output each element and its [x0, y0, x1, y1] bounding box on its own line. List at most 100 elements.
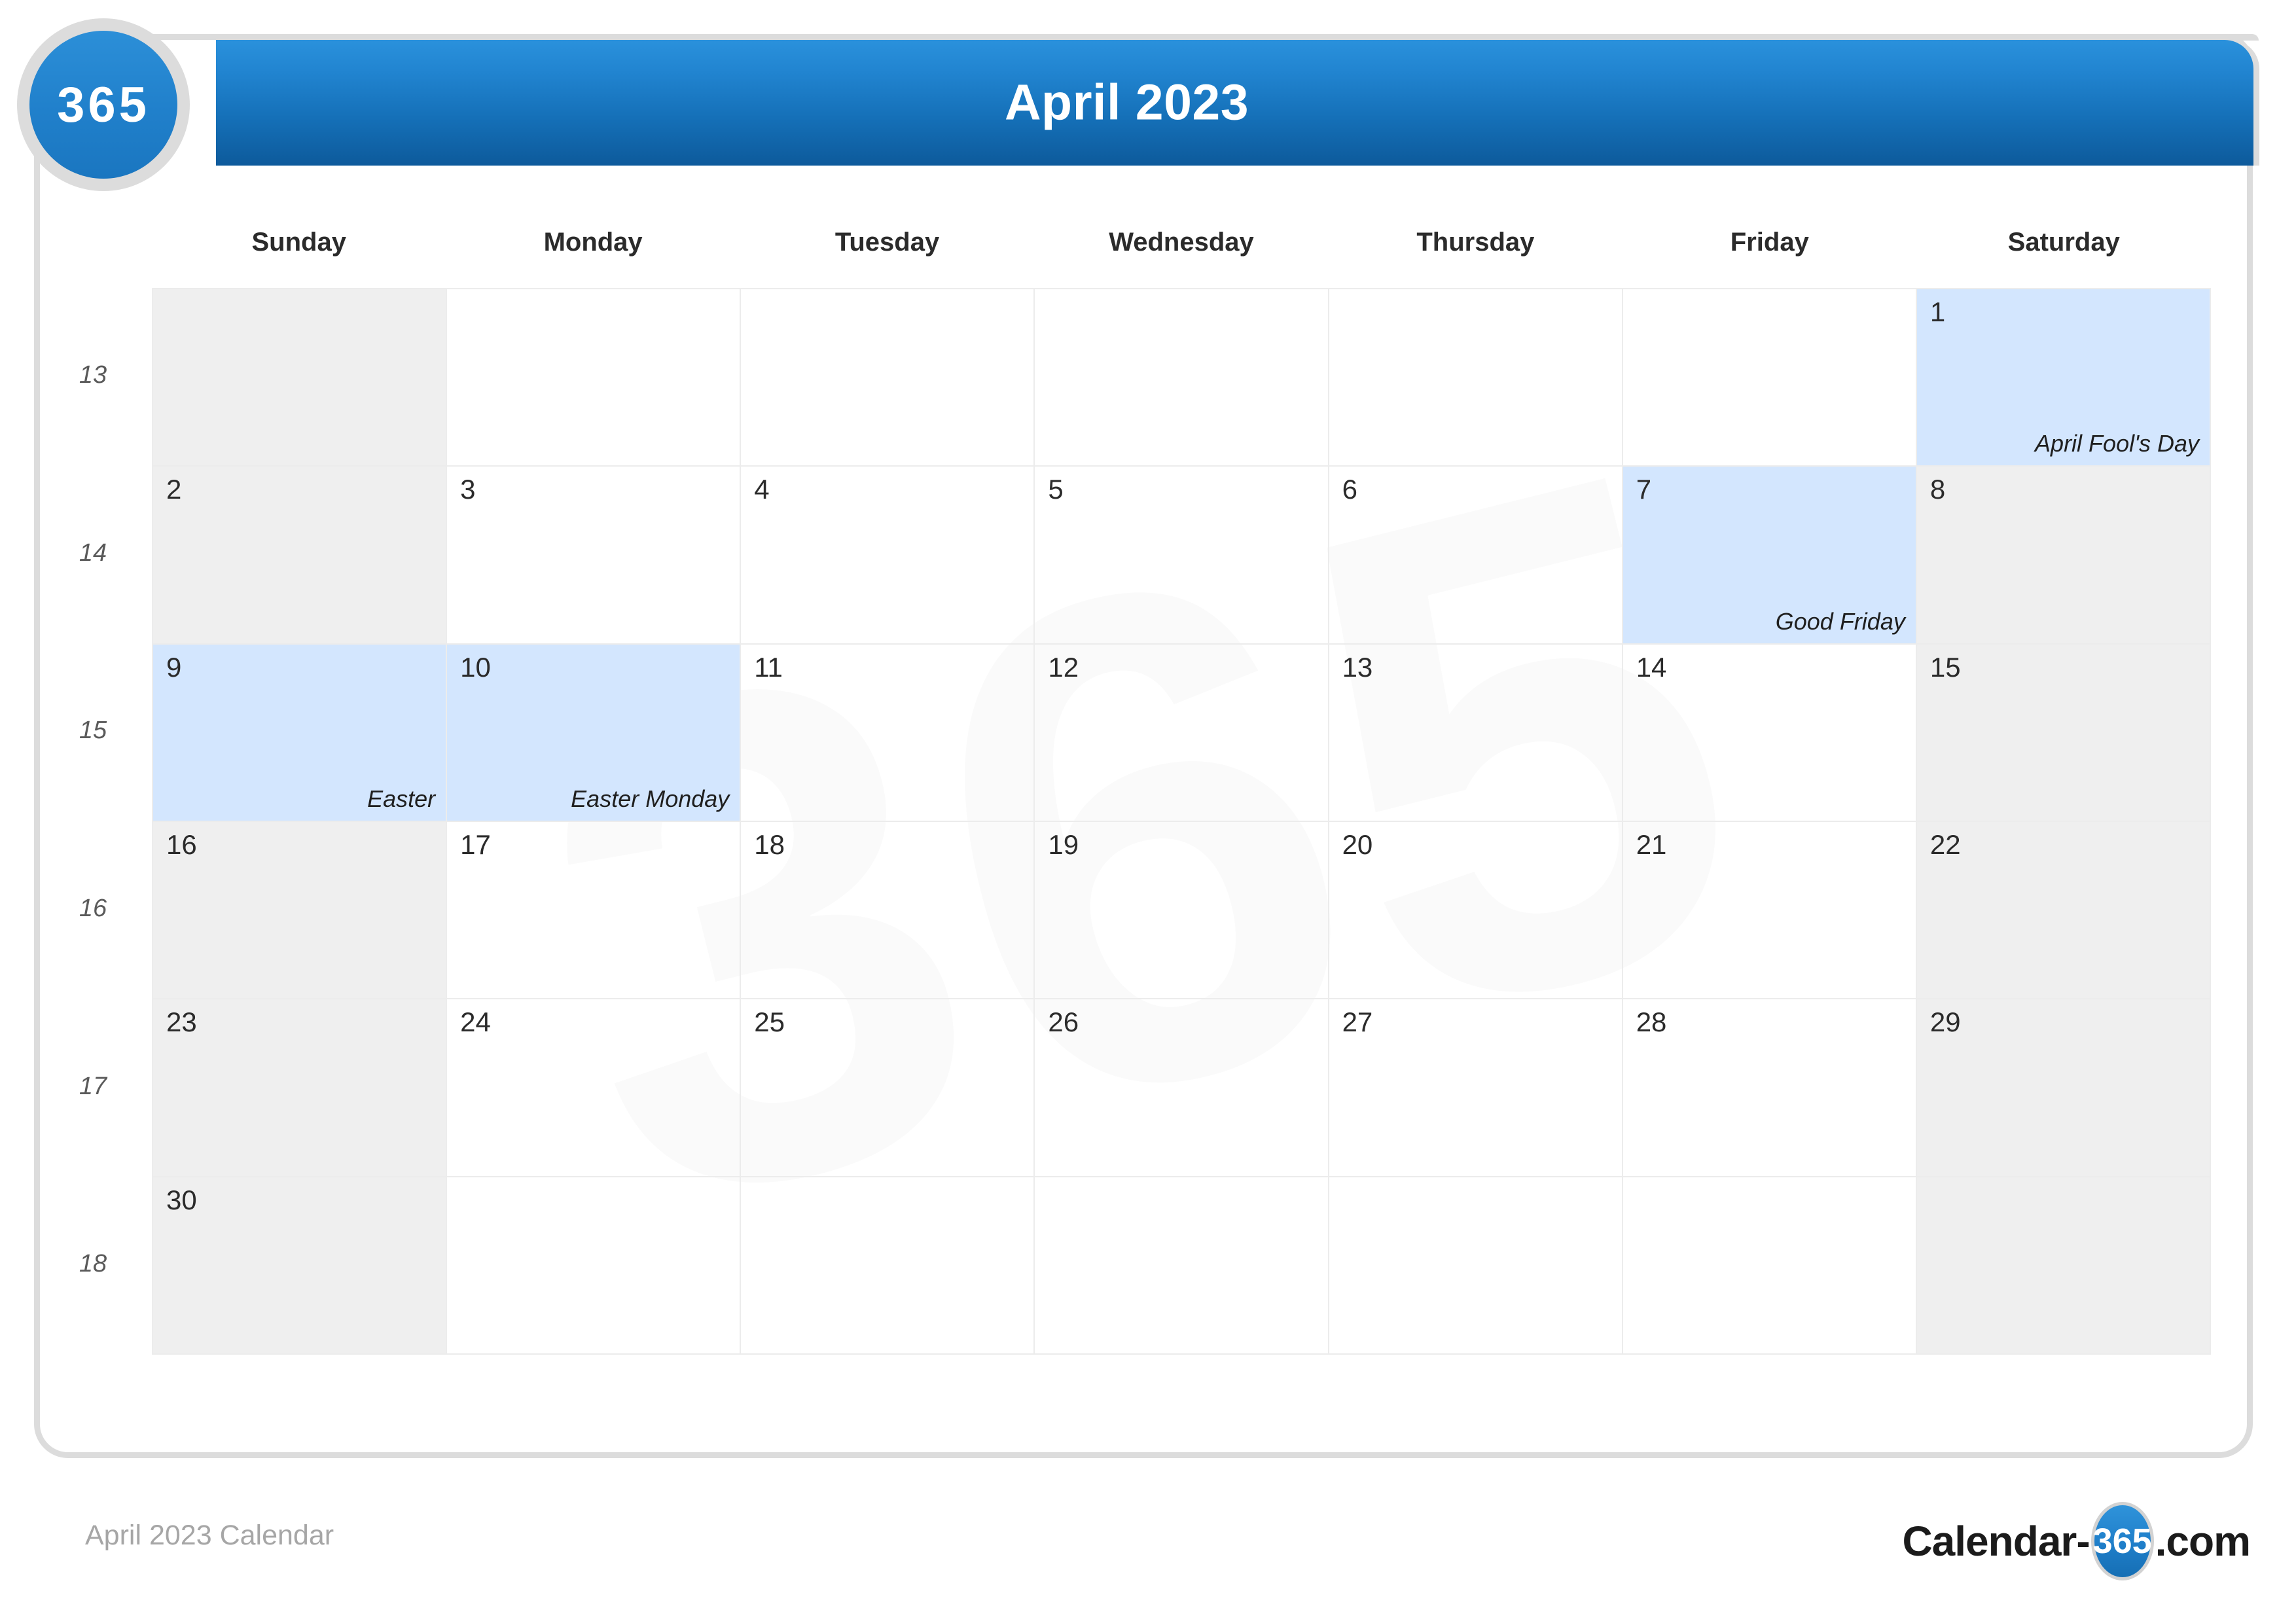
day-cell[interactable]: 9 Easter	[153, 644, 448, 822]
day-cell[interactable]: 18	[741, 822, 1035, 1000]
day-number: 5	[1048, 474, 1064, 505]
day-cell[interactable]: 2	[153, 467, 448, 645]
day-cell[interactable]: 17	[447, 822, 742, 1000]
day-cell[interactable]: 15	[1916, 644, 2211, 822]
day-number: 26	[1048, 1007, 1079, 1038]
holiday-label: Good Friday	[1775, 607, 1905, 635]
logo-suffix: .com	[2155, 1518, 2251, 1565]
day-cell[interactable]: 30	[153, 1177, 448, 1355]
day-number: 17	[460, 829, 491, 860]
day-header-saturday: Saturday	[2007, 228, 2120, 257]
empty-cell	[1916, 1177, 2211, 1355]
day-cell[interactable]: 21	[1623, 822, 1917, 1000]
day-header-tuesday: Tuesday	[834, 228, 940, 257]
calendar-grid: 1 April Fool's Day 2 3 4 5 6 7 Good Friday 8 9 East…	[152, 288, 2211, 1355]
day-cell[interactable]: 4	[741, 467, 1035, 645]
empty-cell	[1623, 289, 1917, 467]
day-cell[interactable]: 28	[1623, 999, 1917, 1177]
day-cell[interactable]: 20	[1329, 822, 1623, 1000]
week-number: 17	[79, 1072, 107, 1100]
day-cell[interactable]: 1 April Fool's Day	[1916, 289, 2211, 467]
day-number: 13	[1342, 651, 1373, 683]
day-number: 2	[166, 474, 182, 505]
week-number: 16	[79, 894, 107, 922]
day-cell[interactable]: 8	[1916, 467, 2211, 645]
holiday-label: Easter Monday	[571, 785, 730, 812]
empty-cell	[1329, 1177, 1623, 1355]
holiday-label: Easter	[367, 785, 436, 812]
day-cell[interactable]: 11	[741, 644, 1035, 822]
day-cell[interactable]: 22	[1916, 822, 2211, 1000]
day-header-sunday: Sunday	[251, 228, 346, 257]
day-cell[interactable]: 14	[1623, 644, 1917, 822]
day-number: 1	[1929, 296, 1946, 327]
logo-prefix: Calendar-	[1902, 1518, 2090, 1565]
day-cell[interactable]: 12	[1035, 644, 1329, 822]
day-cell[interactable]: 23	[153, 999, 448, 1177]
week-number: 15	[79, 717, 107, 745]
day-number: 22	[1929, 829, 1961, 860]
day-cell[interactable]: 3	[447, 467, 742, 645]
day-number: 18	[754, 829, 785, 860]
empty-cell	[741, 289, 1035, 467]
day-number: 7	[1636, 474, 1652, 505]
day-number: 29	[1929, 1007, 1961, 1038]
day-cell[interactable]: 24	[447, 999, 742, 1177]
week-number: 18	[79, 1250, 107, 1278]
brand-badge-label: 365	[57, 77, 150, 133]
day-header-monday: Monday	[543, 228, 643, 257]
day-number: 24	[460, 1007, 491, 1038]
day-cell[interactable]: 16	[153, 822, 448, 1000]
day-number: 21	[1636, 829, 1667, 860]
day-cell[interactable]: 6	[1329, 467, 1623, 645]
day-cell[interactable]: 7 Good Friday	[1623, 467, 1917, 645]
day-number: 4	[754, 474, 770, 505]
day-number: 23	[166, 1007, 197, 1038]
empty-cell	[1623, 1177, 1917, 1355]
empty-cell	[447, 289, 742, 467]
day-cell[interactable]: 5	[1035, 467, 1329, 645]
footer-caption: April 2023 Calendar	[85, 1520, 334, 1551]
day-cell[interactable]: 19	[1035, 822, 1329, 1000]
day-number: 25	[754, 1007, 785, 1038]
empty-cell	[447, 1177, 742, 1355]
page-title: April 2023	[1004, 74, 1249, 131]
day-number: 28	[1636, 1007, 1667, 1038]
empty-cell	[741, 1177, 1035, 1355]
day-cell[interactable]: 27	[1329, 999, 1623, 1177]
logo-badge-icon: 365	[2090, 1502, 2154, 1580]
day-number: 11	[754, 651, 783, 683]
calendar-page: April 2023 365 365 Sunday Monday Tuesday We…	[0, 0, 2296, 1623]
day-number: 12	[1048, 651, 1079, 683]
week-number: 14	[79, 539, 107, 567]
day-header-wednesday: Wednesday	[1109, 228, 1254, 257]
day-number: 30	[166, 1184, 197, 1215]
day-cell[interactable]: 13	[1329, 644, 1623, 822]
day-name-header-row: Sunday Monday Tuesday Wednesday Thursday Frid…	[152, 228, 2211, 288]
day-number: 10	[460, 651, 491, 683]
day-cell[interactable]: 29	[1916, 999, 2211, 1177]
day-number: 16	[166, 829, 197, 860]
day-number: 6	[1342, 474, 1357, 505]
day-number: 14	[1636, 651, 1667, 683]
month-header-bar: April 2023	[216, 40, 2253, 166]
site-logo[interactable]: Calendar- 365 .com	[1902, 1502, 2251, 1580]
empty-cell	[1035, 289, 1329, 467]
day-cell[interactable]: 26	[1035, 999, 1329, 1177]
empty-cell	[1329, 289, 1623, 467]
holiday-label: April Fool's Day	[2035, 430, 2199, 457]
empty-cell	[1035, 1177, 1329, 1355]
empty-cell	[153, 289, 448, 467]
day-cell[interactable]: 10 Easter Monday	[447, 644, 742, 822]
logo-badge-label: 365	[2092, 1522, 2152, 1561]
day-number: 9	[166, 651, 182, 683]
day-number: 19	[1048, 829, 1079, 860]
day-number: 8	[1929, 474, 1946, 505]
day-cell[interactable]: 25	[741, 999, 1035, 1177]
day-number: 20	[1342, 829, 1373, 860]
day-header-thursday: Thursday	[1416, 228, 1535, 257]
calendar-area: 3 6 5 Sunday Monday Tuesday Wednesday Thursday…	[34, 196, 2253, 1453]
brand-badge-inner: 365	[29, 31, 177, 179]
brand-badge-365: 365	[17, 18, 190, 191]
day-header-friday: Friday	[1730, 228, 1809, 257]
